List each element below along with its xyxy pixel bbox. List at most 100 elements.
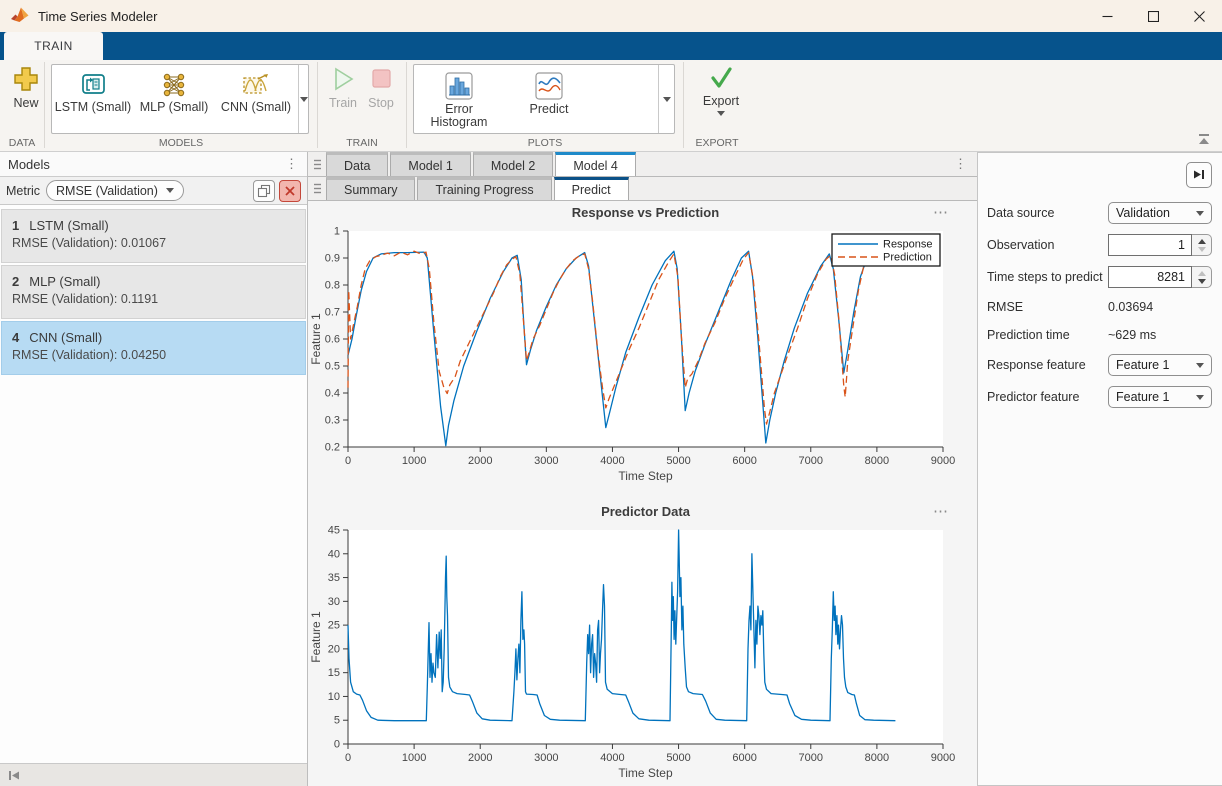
- timesteps-label: Time steps to predict: [987, 270, 1108, 284]
- predictor-data-plot: 0100020003000400050006000700080009000051…: [308, 500, 964, 786]
- model-index: 2: [12, 274, 19, 289]
- svg-text:1000: 1000: [402, 752, 426, 764]
- chart-menu-icon[interactable]: ⋯: [933, 203, 949, 221]
- metric-row: Metric RMSE (Validation): [0, 177, 307, 205]
- cnn-small-button[interactable]: CNN (Small): [214, 65, 298, 133]
- title-bar: Time Series Modeler: [0, 0, 1222, 32]
- maximize-button[interactable]: [1130, 0, 1176, 32]
- tab-training-progress[interactable]: Training Progress: [417, 177, 551, 200]
- train-button[interactable]: Train: [326, 65, 360, 110]
- prediction-time-row: Prediction time ~629 ms: [978, 321, 1222, 349]
- collapse-ribbon-button[interactable]: [1194, 131, 1214, 147]
- response-feature-row: Response feature Feature 1: [978, 349, 1222, 381]
- predict-icon: [534, 71, 564, 101]
- spinner-down-icon[interactable]: [1198, 279, 1206, 284]
- section-label-data: DATA: [0, 137, 44, 149]
- svg-text:Response: Response: [883, 239, 933, 251]
- section-label-export: EXPORT: [684, 137, 750, 149]
- spinner-up-icon[interactable]: [1198, 239, 1206, 244]
- spinner-down-icon[interactable]: [1198, 247, 1206, 252]
- tab-train[interactable]: TRAIN: [4, 32, 103, 60]
- section-label-models: MODELS: [45, 137, 317, 149]
- model-list-item[interactable]: 1LSTM (Small) RMSE (Validation): 0.01067: [1, 209, 306, 263]
- svg-text:10: 10: [328, 691, 340, 703]
- tab-row-menu-icon[interactable]: ⋮: [954, 156, 967, 172]
- export-button[interactable]: Export: [692, 65, 750, 116]
- svg-text:8000: 8000: [865, 752, 889, 764]
- timesteps-value[interactable]: 8281: [1108, 266, 1192, 288]
- metric-value: RMSE (Validation): [56, 184, 158, 198]
- data-source-value: Validation: [1116, 206, 1196, 220]
- models-panel: Models ⋮ Metric RMSE (Validation): [0, 152, 308, 786]
- delete-x-icon: [284, 185, 296, 197]
- observation-value[interactable]: 1: [1108, 234, 1192, 256]
- svg-text:9000: 9000: [931, 455, 955, 467]
- chevron-down-icon: [663, 97, 671, 102]
- svg-text:5000: 5000: [666, 455, 690, 467]
- tab-model-4[interactable]: Model 4: [555, 152, 635, 176]
- tab-predict[interactable]: Predict: [554, 177, 629, 200]
- train-label: Train: [329, 96, 357, 110]
- collapse-left-panel-button[interactable]: [0, 763, 307, 786]
- models-gallery-dropdown[interactable]: [298, 65, 308, 133]
- svg-text:4000: 4000: [600, 455, 624, 467]
- chevron-down-icon: [1196, 211, 1204, 216]
- data-source-label: Data source: [987, 206, 1108, 220]
- metric-dropdown[interactable]: RMSE (Validation): [46, 180, 184, 201]
- data-source-dropdown[interactable]: Validation: [1108, 202, 1212, 224]
- close-button[interactable]: [1176, 0, 1222, 32]
- spinner-up-icon[interactable]: [1198, 271, 1206, 276]
- new-button[interactable]: New: [8, 65, 44, 110]
- model-name: CNN (Small): [29, 330, 102, 345]
- collapse-right-panel-button[interactable]: [1186, 162, 1212, 188]
- observation-row: Observation 1: [978, 229, 1222, 261]
- lstm-label: LSTM (Small): [55, 101, 131, 114]
- rmse-value: 0.03694: [1108, 300, 1212, 314]
- observation-spinner[interactable]: 1: [1108, 234, 1212, 256]
- delete-model-button[interactable]: [279, 180, 301, 202]
- error-histogram-label: Error Histogram: [426, 103, 492, 129]
- minimize-button[interactable]: [1084, 0, 1130, 32]
- ribbon-tab-row: TRAIN: [0, 32, 1222, 60]
- svg-text:0: 0: [334, 739, 340, 751]
- svg-text:35: 35: [328, 572, 340, 584]
- rmse-label: RMSE: [987, 300, 1108, 314]
- svg-text:0: 0: [345, 752, 351, 764]
- chart-menu-icon[interactable]: ⋯: [933, 502, 949, 520]
- tab-list-icon[interactable]: [308, 152, 326, 176]
- play-icon: [330, 65, 356, 93]
- response-feature-label: Response feature: [987, 358, 1108, 372]
- chevron-down-icon: [300, 97, 308, 102]
- svg-text:7000: 7000: [799, 455, 823, 467]
- svg-text:Time Step: Time Step: [618, 469, 673, 483]
- mlp-small-button[interactable]: MLP (Small): [134, 65, 214, 133]
- predictor-feature-dropdown[interactable]: Feature 1: [1108, 386, 1212, 408]
- tab-list-icon[interactable]: [308, 177, 326, 200]
- model-index: 4: [12, 330, 19, 345]
- error-histogram-button[interactable]: Error Histogram: [414, 65, 504, 133]
- svg-text:0.4: 0.4: [325, 388, 340, 400]
- svg-text:3000: 3000: [534, 752, 558, 764]
- observation-label: Observation: [987, 238, 1108, 252]
- predict-plot-button[interactable]: Predict: [504, 65, 594, 133]
- metric-label: Metric: [6, 184, 40, 198]
- lstm-small-button[interactable]: LSTM (Small): [52, 65, 134, 133]
- timesteps-spinner[interactable]: 8281: [1108, 266, 1212, 288]
- tab-model-1[interactable]: Model 1: [390, 152, 470, 176]
- tab-summary[interactable]: Summary: [326, 177, 415, 200]
- svg-text:0.5: 0.5: [325, 361, 340, 373]
- duplicate-model-button[interactable]: [253, 180, 275, 202]
- svg-text:0.8: 0.8: [325, 280, 340, 292]
- models-panel-title: Models: [8, 157, 285, 172]
- model-list-item-selected[interactable]: 4CNN (Small) RMSE (Validation): 0.04250: [1, 321, 306, 375]
- stop-button[interactable]: Stop: [364, 65, 398, 110]
- tab-data[interactable]: Data: [326, 152, 388, 176]
- response-feature-dropdown[interactable]: Feature 1: [1108, 354, 1212, 376]
- plots-gallery-dropdown[interactable]: [658, 65, 674, 133]
- model-list-item[interactable]: 2MLP (Small) RMSE (Validation): 0.1191: [1, 265, 306, 319]
- svg-text:45: 45: [328, 525, 340, 537]
- svg-text:Predictor Data: Predictor Data: [601, 504, 691, 519]
- tab-model-2[interactable]: Model 2: [473, 152, 553, 176]
- svg-text:30: 30: [328, 596, 340, 608]
- models-panel-menu-icon[interactable]: ⋮: [285, 156, 299, 172]
